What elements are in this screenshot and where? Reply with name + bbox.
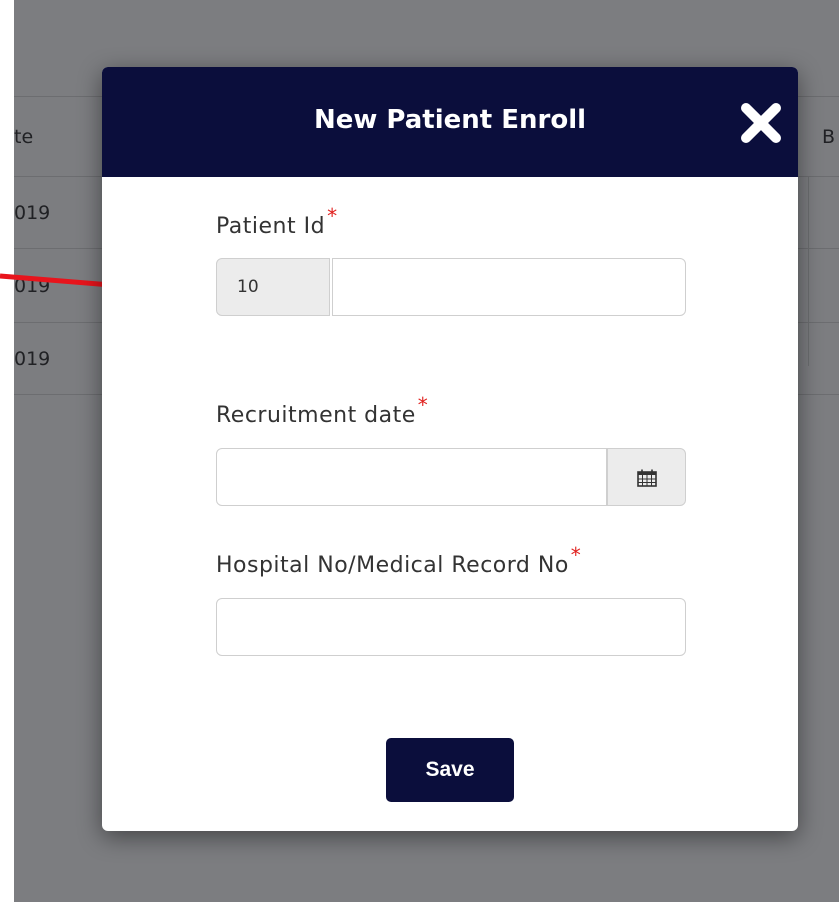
hospital-no-label-text: Hospital No/Medical Record No	[216, 553, 569, 578]
calendar-button[interactable]	[607, 448, 686, 506]
hospital-no-input[interactable]	[216, 598, 686, 656]
hospital-no-label: Hospital No/Medical Record No *	[216, 543, 581, 578]
modal-header: New Patient Enroll	[102, 67, 798, 177]
save-button[interactable]: Save	[386, 738, 514, 802]
column-header-fragment: te	[14, 126, 34, 148]
required-asterisk: *	[417, 393, 429, 417]
modal-title: New Patient Enroll	[313, 105, 587, 135]
date-cell: 019	[14, 348, 51, 370]
required-asterisk: *	[327, 204, 338, 228]
close-button[interactable]	[740, 102, 782, 144]
recruitment-date-input[interactable]	[216, 448, 607, 506]
recruitment-date-label-text: Recruitment date	[216, 403, 416, 428]
table-column-divider	[808, 176, 809, 366]
patient-id-label-text: Patient Id	[216, 214, 326, 239]
patient-id-label: Patient Id *	[216, 204, 338, 239]
patient-id-input[interactable]	[332, 258, 686, 316]
date-cell: 019	[14, 202, 51, 224]
patient-id-prefix: 10	[216, 258, 330, 316]
recruitment-date-label: Recruitment date *	[216, 393, 428, 428]
required-asterisk: *	[570, 543, 582, 567]
new-patient-enroll-modal: New Patient Enroll Patient Id * 10 Recrui…	[102, 67, 798, 831]
calendar-icon	[637, 469, 657, 487]
close-x-icon	[741, 103, 781, 143]
column-header-fragment: B	[822, 126, 836, 148]
